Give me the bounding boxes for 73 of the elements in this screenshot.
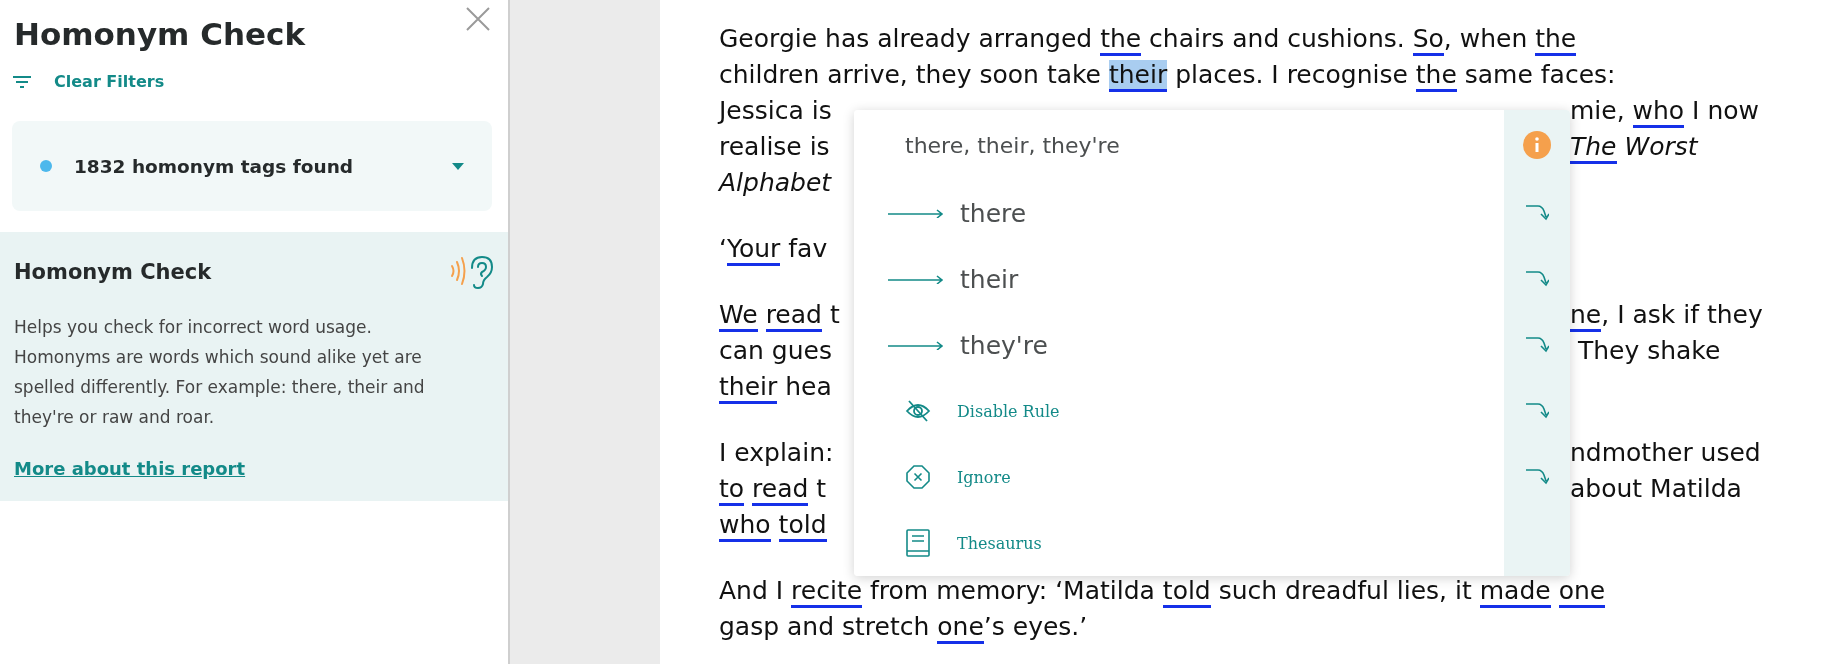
cancel-icon xyxy=(905,465,931,489)
suggestion-item[interactable]: there xyxy=(888,198,1027,228)
suggestion-item[interactable]: they're xyxy=(888,330,1048,360)
summary-dropdown[interactable]: 1832 homonym tags found xyxy=(12,121,492,211)
popup-heading: there, their, they're xyxy=(905,132,1120,158)
info-title: Homonym Check xyxy=(14,260,212,284)
tagged-word[interactable]: to xyxy=(719,474,745,506)
book-icon xyxy=(905,529,931,557)
description-text: Helps you check for incorrect word usage. Homonyms are words which sound alike yet are spelled differently. For example: there, their and they're or raw and roar. xyxy=(14,316,426,429)
tagged-word[interactable]: We xyxy=(719,300,758,332)
apply-icon[interactable] xyxy=(1525,467,1549,487)
document-text: t xyxy=(815,474,827,503)
info-icon[interactable] xyxy=(1523,131,1551,159)
summary-text: 1832 homonym tags found xyxy=(74,155,355,177)
document-text: ‘ xyxy=(719,234,727,263)
document-text: same faces: xyxy=(1463,60,1616,89)
tagged-word[interactable]: their xyxy=(719,372,778,404)
document-text: , when xyxy=(1443,24,1529,53)
document-text: chairs and cushions. xyxy=(1148,24,1406,53)
tagged-word[interactable]: who xyxy=(719,510,771,542)
book-title: Worst xyxy=(1623,132,1698,161)
filter-icon[interactable] xyxy=(12,74,32,89)
book-title: Alphabet xyxy=(719,168,832,197)
eye-off-icon xyxy=(905,400,931,422)
panel-title: Homonym Check xyxy=(14,15,306,54)
tagged-word[interactable]: who xyxy=(1632,96,1685,128)
tagged-word[interactable]: the xyxy=(1535,24,1577,56)
action-item[interactable]: Thesaurus xyxy=(888,529,1042,557)
tagged-word[interactable]: the xyxy=(1100,24,1142,56)
document-text: , I ask if they xyxy=(1601,300,1763,329)
document-text: t xyxy=(828,300,840,329)
caret-icon xyxy=(452,162,464,170)
document-text: gasp and stretch xyxy=(719,612,931,641)
clear-filters-link[interactable]: Clear Filters xyxy=(54,72,165,91)
document-text: can gues xyxy=(719,336,832,365)
suggestion-item[interactable]: their xyxy=(888,264,1019,294)
document-text: from memory: ‘Matilda xyxy=(869,576,1156,605)
document-text: ’s eyes.’ xyxy=(983,612,1088,641)
document-text: fav xyxy=(787,234,828,263)
document-text: about Matilda xyxy=(1570,474,1742,503)
arrow-icon xyxy=(888,208,944,218)
tagged-word[interactable]: Your xyxy=(726,234,781,266)
tagged-word[interactable]: read xyxy=(765,300,822,332)
tagged-word[interactable]: one xyxy=(937,612,984,644)
close-icon[interactable] xyxy=(465,6,491,32)
apply-icon[interactable] xyxy=(1525,335,1549,355)
document-text: I now xyxy=(1691,96,1760,125)
action-item[interactable]: Ignore xyxy=(888,465,1011,489)
document-text: And I xyxy=(719,576,785,605)
document-text: hea xyxy=(784,372,832,401)
arrow-icon xyxy=(888,340,944,350)
document-text: Jessica is xyxy=(719,96,832,125)
ear-icon xyxy=(448,254,494,290)
tagged-word[interactable]: the xyxy=(1415,60,1457,92)
document-text: such dreadful lies, it xyxy=(1217,576,1473,605)
selected-word[interactable]: their xyxy=(1108,60,1168,92)
apply-icon[interactable] xyxy=(1525,401,1549,421)
document-text: places. I recognise xyxy=(1174,60,1409,89)
document-text: I explain: xyxy=(719,438,834,467)
apply-icon[interactable] xyxy=(1525,203,1549,223)
tagged-word[interactable]: So xyxy=(1412,24,1444,56)
document-text: children arrive, they soon take xyxy=(719,60,1102,89)
report-link[interactable]: More about this report xyxy=(14,458,246,479)
arrow-icon xyxy=(888,274,944,284)
document-text: They shake xyxy=(1576,336,1721,365)
apply-icon[interactable] xyxy=(1525,269,1549,289)
document-text: realise is xyxy=(719,132,830,161)
document-text: Georgie has already arranged xyxy=(719,24,1094,53)
action-item[interactable]: Disable Rule xyxy=(888,400,1060,422)
document-text: mie, xyxy=(1570,96,1626,125)
tagged-word[interactable]: told xyxy=(778,510,827,542)
tagged-word[interactable]: read xyxy=(752,474,809,506)
document-text: ndmother used xyxy=(1570,438,1761,467)
